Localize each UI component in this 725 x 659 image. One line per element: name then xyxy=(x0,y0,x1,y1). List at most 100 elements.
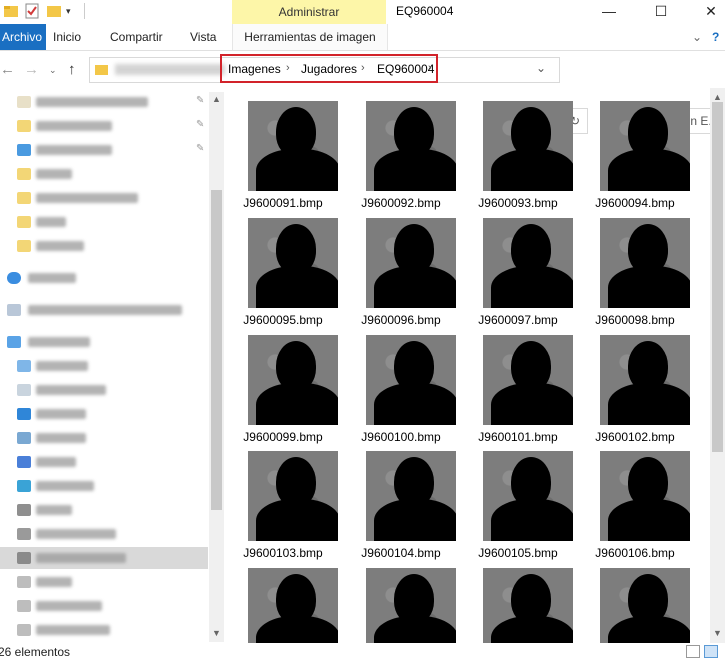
sidebar-item[interactable] xyxy=(0,379,208,401)
close-button[interactable]: ✕ xyxy=(688,0,725,24)
silhouette-body xyxy=(256,383,338,425)
sidebar-item[interactable] xyxy=(0,499,208,521)
silhouette-body xyxy=(374,499,456,541)
silhouette-body xyxy=(491,383,573,425)
file-tile[interactable]: J9600096.bmp xyxy=(342,205,460,327)
sidebar-item[interactable] xyxy=(0,523,208,545)
image-thumbnail xyxy=(600,451,690,541)
window-title: EQ960004 xyxy=(396,4,454,18)
tab-archivo[interactable]: Archivo xyxy=(0,24,46,50)
file-tile[interactable]: J9600102.bmp xyxy=(576,322,694,444)
file-tile[interactable]: J9600093.bmp xyxy=(459,88,577,210)
pin-icon[interactable]: ✎ xyxy=(196,143,204,154)
file-tile[interactable]: J9600104.bmp xyxy=(342,438,460,560)
tab-inicio[interactable]: Inicio xyxy=(53,24,81,50)
silhouette-body xyxy=(491,266,573,308)
file-tile[interactable]: J9600099.bmp xyxy=(224,322,342,444)
file-tile[interactable] xyxy=(224,555,342,643)
file-tile[interactable]: J9600103.bmp xyxy=(224,438,342,560)
silhouette-body xyxy=(374,266,456,308)
silhouette-body xyxy=(256,616,338,643)
sidebar-item[interactable] xyxy=(0,211,208,233)
breadcrumb-imagenes[interactable]: Imagenes xyxy=(228,62,281,76)
file-tile[interactable] xyxy=(342,555,460,643)
sidebar-scroll-up-icon[interactable]: ▲ xyxy=(212,94,221,104)
breadcrumb-separator-icon[interactable]: › xyxy=(361,62,365,74)
sidebar-item[interactable] xyxy=(0,571,208,593)
sidebar-item-this-pc[interactable] xyxy=(0,331,208,353)
sidebar-item[interactable] xyxy=(0,619,208,641)
large-icons-view-icon[interactable] xyxy=(704,645,718,658)
file-tile[interactable]: J9600100.bmp xyxy=(342,322,460,444)
sidebar-scroll-thumb[interactable] xyxy=(211,190,222,510)
tab-herramientas-imagen[interactable]: Herramientas de imagen xyxy=(232,24,388,50)
file-tile[interactable]: J9600105.bmp xyxy=(459,438,577,560)
sidebar-item-selected[interactable] xyxy=(0,547,208,569)
minimize-button[interactable]: — xyxy=(586,0,632,24)
customize-toolbar-icon[interactable]: ▾ xyxy=(66,3,82,19)
divider xyxy=(84,3,85,19)
folder-icon xyxy=(95,65,108,75)
silhouette-body xyxy=(256,266,338,308)
content-scroll-thumb[interactable] xyxy=(712,102,723,452)
file-tile[interactable]: J9600094.bmp xyxy=(576,88,694,210)
sidebar-item[interactable] xyxy=(0,427,208,449)
sidebar-item-onedrive[interactable] xyxy=(0,267,208,289)
silhouette-body xyxy=(608,616,690,643)
file-tile[interactable]: J9600098.bmp xyxy=(576,205,694,327)
sidebar-item[interactable] xyxy=(0,451,208,473)
sidebar-item[interactable] xyxy=(0,355,208,377)
sidebar-item[interactable]: ✎ xyxy=(0,139,208,161)
maximize-button[interactable]: ☐ xyxy=(638,0,684,24)
content-scroll-up-icon[interactable]: ▲ xyxy=(713,92,722,102)
recent-locations-icon[interactable]: ⌄ xyxy=(49,65,57,76)
up-arrow-icon[interactable]: ↑ xyxy=(68,61,76,78)
sidebar-item[interactable] xyxy=(0,187,208,209)
silhouette-body xyxy=(491,616,573,643)
tab-compartir[interactable]: Compartir xyxy=(110,24,163,50)
address-dropdown-icon[interactable]: ⌄ xyxy=(536,61,546,75)
silhouette-body xyxy=(608,499,690,541)
file-tile[interactable]: J9600106.bmp xyxy=(576,438,694,560)
back-arrow-icon[interactable]: ← xyxy=(0,61,15,78)
navigation-pane: ✎ ✎ ✎ xyxy=(0,88,224,643)
properties-icon[interactable] xyxy=(24,3,40,19)
status-bar: 26 elementos xyxy=(0,643,725,659)
sidebar-item[interactable]: ✎ xyxy=(0,115,208,137)
tab-administrar[interactable]: Administrar xyxy=(232,0,386,24)
sidebar-item[interactable] xyxy=(0,595,208,617)
breadcrumb-jugadores[interactable]: Jugadores xyxy=(301,62,357,76)
breadcrumb-separator-icon[interactable]: › xyxy=(286,62,290,74)
sidebar-item[interactable] xyxy=(0,235,208,257)
sidebar-item[interactable]: ✎ xyxy=(0,91,208,113)
file-tile[interactable]: J9600091.bmp xyxy=(224,88,342,210)
expand-ribbon-icon[interactable]: ⌄ xyxy=(692,24,702,50)
image-thumbnail xyxy=(483,335,573,425)
help-icon[interactable]: ? xyxy=(712,24,719,50)
file-tile[interactable]: J9600097.bmp xyxy=(459,205,577,327)
file-tile[interactable]: J9600095.bmp xyxy=(224,205,342,327)
tab-vista[interactable]: Vista xyxy=(190,24,216,50)
new-folder-icon[interactable] xyxy=(46,3,62,19)
forward-arrow-icon[interactable]: → xyxy=(24,61,39,78)
details-view-icon[interactable] xyxy=(686,645,700,658)
sidebar-item[interactable] xyxy=(0,403,208,425)
breadcrumb-eq960004[interactable]: EQ960004 xyxy=(377,62,434,76)
file-tile[interactable] xyxy=(459,555,577,643)
file-tile[interactable]: J9600101.bmp xyxy=(459,322,577,444)
sidebar-item[interactable] xyxy=(0,163,208,185)
sidebar-item[interactable] xyxy=(0,475,208,497)
file-tile[interactable] xyxy=(576,555,694,643)
sidebar-scroll-down-icon[interactable]: ▼ xyxy=(212,628,221,638)
breadcrumb-separator-icon[interactable]: › xyxy=(428,62,432,74)
file-explorer-icon[interactable] xyxy=(3,3,19,19)
image-thumbnail xyxy=(248,218,338,308)
pin-icon[interactable]: ✎ xyxy=(196,95,204,106)
silhouette-body xyxy=(256,149,338,191)
pin-icon[interactable]: ✎ xyxy=(196,119,204,130)
file-tile[interactable]: J9600092.bmp xyxy=(342,88,460,210)
content-scroll-down-icon[interactable]: ▼ xyxy=(713,628,722,638)
silhouette-body xyxy=(374,383,456,425)
image-thumbnail xyxy=(248,101,338,191)
sidebar-item[interactable] xyxy=(0,299,208,321)
